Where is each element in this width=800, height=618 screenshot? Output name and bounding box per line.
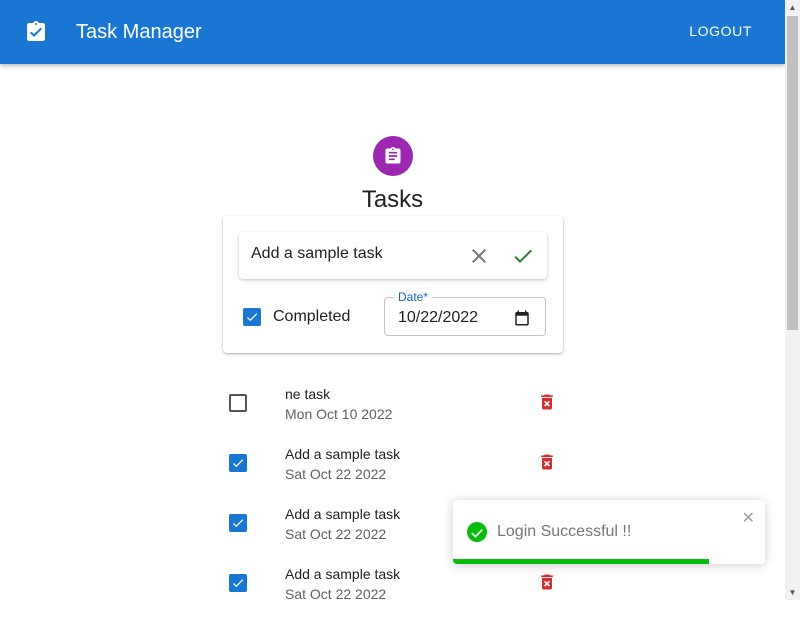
toast-message: Login Successful !! [497,523,632,540]
task-date: Sat Oct 22 2022 [285,526,387,542]
scrollbar-thumb[interactable] [787,16,798,330]
checkmark-icon [232,459,244,468]
page-title: Tasks [361,186,424,213]
task-row: Add a sample task Sat Oct 22 2022 [223,558,563,618]
toast-progress-bar [453,559,709,564]
task-name: Add a sample task [285,446,401,462]
clear-icon[interactable] [467,244,491,268]
checkmark-icon [232,519,244,528]
completed-label: Completed [273,308,351,325]
task-date: Sat Oct 22 2022 [285,466,387,482]
task-name: ne task [285,386,331,402]
scroll-down-arrow-icon[interactable]: ▼ [785,585,800,600]
task-date: Mon Oct 10 2022 [285,406,393,422]
page-scrollbar[interactable]: ▲ ▼ [785,0,800,600]
task-form-card: Add a sample task Completed Date* 10/22/… [223,216,563,353]
clipboard-check-icon [27,21,45,41]
avatar [373,136,413,176]
task-input[interactable]: Add a sample task [251,245,383,263]
task-input-container: Add a sample task [239,232,547,279]
delete-icon[interactable] [537,572,557,592]
task-name: Add a sample task [285,506,401,522]
date-field[interactable]: Date* 10/22/2022 [384,290,546,336]
task-name: Add a sample task [285,566,401,582]
calendar-icon[interactable] [513,309,531,327]
app-bar: Task Manager LOGOUT [0,0,785,64]
date-value[interactable]: 10/22/2022 [398,309,478,327]
toast-close-icon[interactable]: ✕ [742,508,755,528]
confirm-check-icon[interactable] [511,244,535,268]
task-checkbox[interactable] [229,574,247,592]
delete-icon[interactable] [537,452,557,472]
date-field-label: Date* [394,290,433,304]
toast-notification: Login Successful !! ✕ [453,500,765,564]
task-row: Add a sample task Sat Oct 22 2022 [223,438,563,498]
completed-checkbox[interactable] [243,308,261,326]
checkmark-icon [246,313,258,322]
task-checkbox[interactable] [229,454,247,472]
app-title: Task Manager [76,21,202,43]
task-checkbox[interactable] [229,394,247,412]
task-checkbox[interactable] [229,514,247,532]
scroll-up-arrow-icon[interactable]: ▲ [785,0,800,15]
task-row: ne task Mon Oct 10 2022 [223,378,563,438]
checkmark-icon [232,579,244,588]
delete-icon[interactable] [537,392,557,412]
assignment-icon [385,146,401,164]
logout-button[interactable]: LOGOUT [689,23,752,39]
success-check-icon [467,522,487,542]
